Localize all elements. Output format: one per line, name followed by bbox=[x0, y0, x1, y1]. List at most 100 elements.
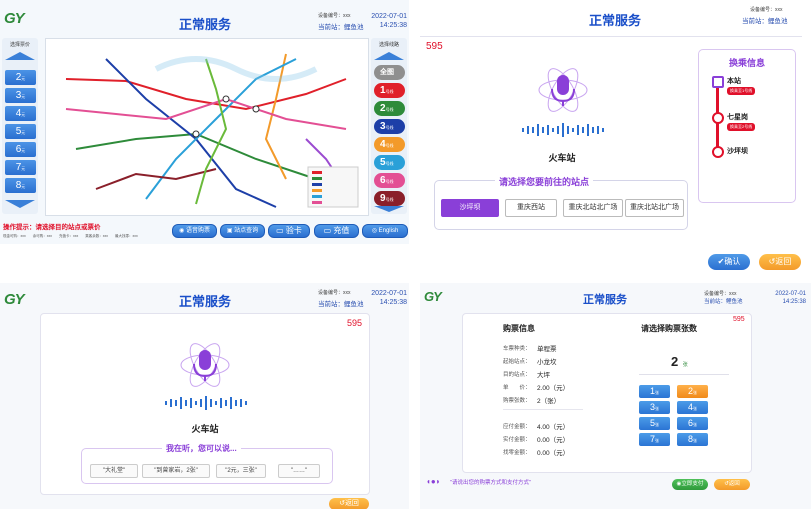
select-station-label: 请选择您要前往的站点 bbox=[495, 175, 594, 188]
station-name: 火车站 bbox=[548, 153, 576, 163]
line-scroll-down-icon[interactable] bbox=[374, 206, 404, 212]
main-card: 595 火车站 请选择您要前往的站点 沙坪坝 重庆西站 重庆北站北广场 重庆北站… bbox=[420, 36, 802, 244]
sound-wave-icon bbox=[165, 396, 247, 410]
line-button-all[interactable]: 全图 bbox=[374, 65, 405, 80]
time: 14:25:38 bbox=[379, 299, 407, 306]
recharge-button[interactable]: ▭ 充值 bbox=[314, 224, 359, 238]
fare-button-3[interactable]: 3元 bbox=[5, 88, 36, 103]
check-card-button[interactable]: ▭ 验卡 bbox=[268, 224, 310, 238]
fare-column: 选择票价 2元 3元 4元 5元 6元 7元 8元 bbox=[2, 38, 38, 214]
stats-text: 现金可购：xxx 余可购：xxx 充值卡：xxx 乘客余数：xxx 最大找零：x… bbox=[3, 234, 138, 238]
row-value-3: 大坪 bbox=[537, 372, 550, 379]
voice-example-4: "……" bbox=[278, 464, 320, 478]
transfer-stop-3: 沙坪坝 bbox=[727, 148, 748, 155]
count-button-3[interactable]: 3张 bbox=[639, 401, 670, 414]
microphone-icon: ◉ bbox=[179, 228, 185, 234]
main-card: 595 火车站 我在听，您可以说... "大礼堂" "到曾家岩，2张" "2元，… bbox=[40, 313, 370, 495]
pay-value-1: 4.00（元） bbox=[537, 424, 570, 431]
tip: 操作提示：请选择目的站点或票价 bbox=[3, 221, 101, 231]
row-value-2: 小龙坎 bbox=[537, 359, 557, 366]
row-value-1: 单程票 bbox=[537, 346, 557, 353]
count-button-2[interactable]: 2张 bbox=[677, 385, 708, 398]
fare-button-6[interactable]: 6元 bbox=[5, 142, 36, 157]
metro-station-icon bbox=[712, 76, 724, 88]
page-title: 正常服务 bbox=[178, 17, 231, 32]
fare-scroll-up-icon[interactable] bbox=[5, 52, 35, 60]
station-query-button[interactable]: ▣ 站点查询 bbox=[220, 224, 265, 238]
line-column-title: 选择线路 bbox=[378, 42, 399, 48]
date: 2022-07-01 bbox=[371, 13, 407, 20]
fare-button-2[interactable]: 2元 bbox=[5, 70, 36, 85]
pay-value-2: 0.00（元） bbox=[537, 437, 570, 444]
count-button-6[interactable]: 6张 bbox=[677, 417, 708, 430]
line-scroll-up-icon[interactable] bbox=[374, 52, 404, 60]
voice-listening-screen: GY 正常服务 设备编号：xxx 当前站：鲤鱼池 2022-07-01 14:2… bbox=[0, 283, 409, 509]
page-title: 正常服务 bbox=[583, 294, 627, 306]
line-button-4[interactable]: 4号线 bbox=[374, 137, 405, 152]
count-button-1[interactable]: 1张 bbox=[639, 385, 670, 398]
count-button-8[interactable]: 8张 bbox=[677, 433, 708, 446]
device-label: 设备编号：xxx bbox=[318, 290, 351, 296]
fare-button-5[interactable]: 5元 bbox=[5, 124, 36, 139]
count-button-4[interactable]: 4张 bbox=[677, 401, 708, 414]
voice-purchase-button[interactable]: ◉ 语音购票 bbox=[172, 224, 217, 238]
divider bbox=[503, 409, 583, 410]
line-button-9[interactable]: 9号线 bbox=[374, 191, 405, 206]
date-time: 2022-07-01 14:25:38 bbox=[758, 290, 806, 306]
count-unit: 张 bbox=[682, 362, 688, 368]
line-button-3[interactable]: 3号线 bbox=[374, 119, 405, 134]
fare-button-7[interactable]: 7元 bbox=[5, 160, 36, 175]
english-button[interactable]: ◎ English bbox=[362, 224, 408, 238]
price-code: 595 bbox=[733, 316, 745, 323]
sound-wave-icon bbox=[522, 123, 604, 137]
fare-scroll-down-icon[interactable] bbox=[5, 200, 35, 208]
back-button[interactable]: ↺返回 bbox=[759, 254, 801, 270]
pay-label-2: 实付金额： bbox=[503, 437, 531, 443]
price-code: 595 bbox=[347, 318, 363, 328]
map-screen: GY 正常服务 设备编号：xxx 当前站：鲤鱼池 2022-07-01 14:2… bbox=[0, 0, 409, 244]
line-column: 选择线路 全图 1号线 2号线 3号线 4号线 5号线 6号线 9号线 bbox=[371, 38, 407, 214]
station-option-3[interactable]: 重庆北站北广场 bbox=[563, 199, 623, 217]
metro-map-lines bbox=[65, 53, 359, 208]
count-display: 2 张 bbox=[671, 353, 688, 371]
bottom-bar: 操作提示：请选择目的站点或票价 现金可购：xxx 余可购：xxx 充值卡：xxx… bbox=[0, 216, 409, 244]
count-button-7[interactable]: 7张 bbox=[639, 433, 670, 446]
station-options-card: 请选择您要前往的站点 沙坪坝 重庆西站 重庆北站北广场 重庆北站北广场 bbox=[434, 175, 688, 230]
main-card: 595 购票信息 车票种类： 单程票 起始站点： 小龙坎 目的站点： 大坪 单 … bbox=[462, 313, 752, 473]
voice-example-1: "大礼堂" bbox=[90, 464, 138, 478]
info-title: 购票信息 bbox=[503, 324, 535, 333]
count-title: 请选择购票张数 bbox=[641, 324, 697, 333]
metro-map[interactable] bbox=[45, 38, 369, 216]
pay-now-button[interactable]: ◉立即支付 bbox=[672, 479, 708, 490]
row-label-3: 目的站点： bbox=[503, 372, 531, 378]
station-option-1[interactable]: 沙坪坝 bbox=[441, 199, 499, 217]
confirm-button[interactable]: ✔确认 bbox=[708, 254, 750, 270]
row-label-4: 单 价： bbox=[503, 385, 531, 391]
page-title: 正常服务 bbox=[178, 294, 231, 309]
card-icon: ▭ bbox=[323, 226, 332, 235]
back-button[interactable]: ↺返回 bbox=[714, 479, 750, 490]
price-code: 595 bbox=[426, 41, 443, 52]
station-option-4[interactable]: 重庆北站北广场 bbox=[625, 199, 684, 217]
station-option-2[interactable]: 重庆西站 bbox=[505, 199, 557, 217]
fare-button-8[interactable]: 8元 bbox=[5, 178, 36, 193]
back-button[interactable]: ↺返回 bbox=[329, 498, 369, 509]
line-button-6[interactable]: 6号线 bbox=[374, 173, 405, 188]
pay-label-3: 找零金额： bbox=[503, 450, 531, 456]
listening-label: 我在听，您可以说... bbox=[162, 443, 241, 454]
fare-button-4[interactable]: 4元 bbox=[5, 106, 36, 121]
date-time: 2022-07-01 14:25:38 bbox=[363, 289, 407, 307]
transfer-title: 换乘信息 bbox=[728, 58, 765, 68]
search-icon: ▣ bbox=[226, 228, 233, 234]
transfer-tag-2: 换乘至2号线 bbox=[727, 123, 756, 131]
tip-text: 请选择目的站点或票价 bbox=[35, 224, 101, 231]
line-button-1[interactable]: 1号线 bbox=[374, 83, 405, 98]
line-button-5[interactable]: 5号线 bbox=[374, 155, 405, 170]
count-button-5[interactable]: 5张 bbox=[639, 417, 670, 430]
globe-icon: ◎ bbox=[371, 228, 377, 234]
count-value: 2 bbox=[671, 354, 679, 369]
card-icon: ▭ bbox=[276, 226, 284, 235]
pay-label-1: 应付金额： bbox=[503, 424, 531, 430]
line-button-2[interactable]: 2号线 bbox=[374, 101, 405, 116]
tip-label: 操作提示： bbox=[3, 224, 36, 231]
